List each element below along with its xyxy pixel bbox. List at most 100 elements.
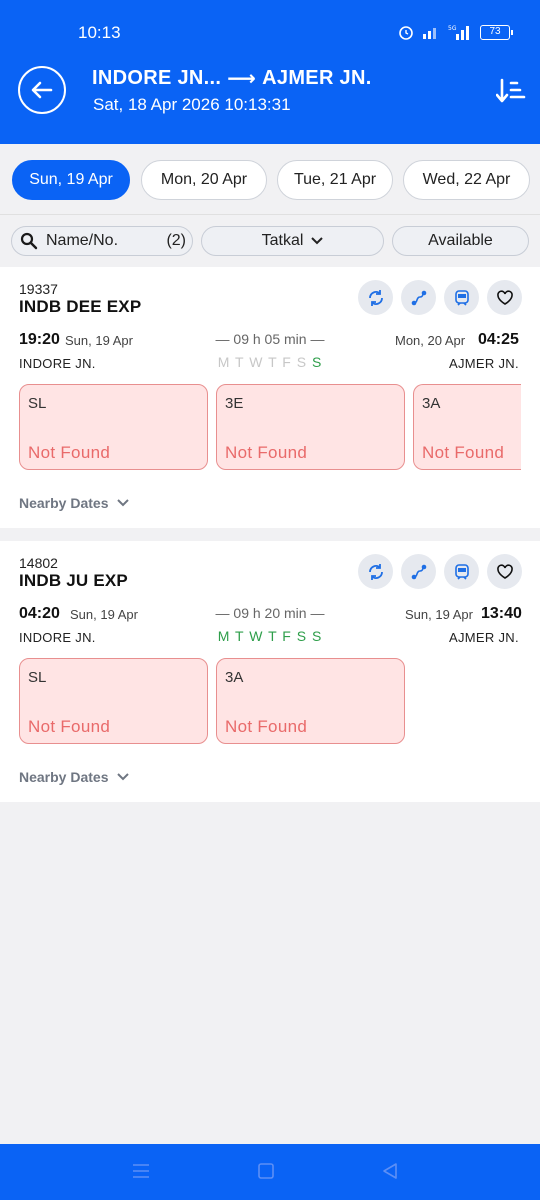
search-datetime: Sat, 18 Apr 2026 10:13:31 xyxy=(93,95,291,114)
day-sun: S xyxy=(311,628,323,644)
day-thu: T xyxy=(268,628,278,644)
favorite-button[interactable] xyxy=(487,280,522,315)
battery-icon: 73 xyxy=(480,24,513,40)
class-availability-card[interactable]: SL Not Found xyxy=(19,658,208,744)
refresh-icon xyxy=(368,289,383,306)
class-availability-card[interactable]: SL Not Found xyxy=(19,384,208,470)
coach-layout-button[interactable] xyxy=(444,554,479,589)
route-arrow: ⟶ xyxy=(227,68,257,90)
refresh-button[interactable] xyxy=(358,554,393,589)
availability-status: Not Found xyxy=(225,717,308,736)
refresh-button[interactable] xyxy=(358,280,393,315)
train-icon xyxy=(454,289,469,306)
day-fri: F xyxy=(282,628,292,644)
route-button[interactable] xyxy=(401,280,436,315)
day-mon: M xyxy=(217,628,231,644)
arrival-date: Sun, 19 Apr xyxy=(405,607,473,622)
day-sat: S xyxy=(296,628,308,644)
chevron-down-icon xyxy=(311,237,324,245)
date-chip[interactable]: Tue, 21 Apr xyxy=(277,160,393,200)
chevron-down-icon xyxy=(116,499,129,507)
origin-station: INDORE JN... xyxy=(92,67,222,89)
status-icons: 5G 73 xyxy=(398,24,513,40)
coach-layout-button[interactable] xyxy=(444,280,479,315)
nearby-dates-toggle[interactable]: Nearby Dates xyxy=(19,495,129,511)
app-header: 10:13 5G 73 INDORE JN... ⟶ AJMER JN. Sat… xyxy=(0,0,540,144)
day-sun: S xyxy=(311,354,323,370)
heart-icon xyxy=(496,563,513,579)
status-time: 10:13 xyxy=(78,23,121,42)
route-icon xyxy=(411,564,426,579)
availability-status: Not Found xyxy=(28,443,111,462)
day-wed: W xyxy=(249,354,264,370)
train-card[interactable]: 14802 INDB JU EXP 04:20 Sun, 19 Apr — 09… xyxy=(0,541,540,802)
train-actions xyxy=(358,554,522,589)
date-chip[interactable]: Sun, 19 Apr xyxy=(12,160,130,200)
day-wed: W xyxy=(249,628,264,644)
favorite-button[interactable] xyxy=(487,554,522,589)
class-availability-card[interactable]: 3A Not Found xyxy=(216,658,405,744)
alarm-icon xyxy=(399,26,413,40)
train-actions xyxy=(358,280,522,315)
chevron-down-icon xyxy=(116,773,129,781)
refresh-icon xyxy=(368,563,383,580)
sort-button[interactable] xyxy=(495,76,526,106)
date-chip[interactable]: Wed, 22 Apr xyxy=(403,160,530,200)
destination-station-name: AJMER JN. xyxy=(449,630,519,645)
heart-icon xyxy=(496,289,513,305)
menu-icon[interactable] xyxy=(131,1162,151,1180)
availability-filter[interactable]: Available xyxy=(392,226,529,256)
arrival-time: 04:25 xyxy=(478,331,519,348)
availability-status: Not Found xyxy=(225,443,308,462)
back-triangle-icon[interactable] xyxy=(381,1162,399,1180)
class-availability-card[interactable]: 3E Not Found xyxy=(216,384,405,470)
nearby-dates-label: Nearby Dates xyxy=(19,769,109,785)
status-bar: 10:13 5G 73 xyxy=(0,0,540,60)
train-icon xyxy=(454,563,469,580)
train-card[interactable]: 19337 INDB DEE EXP 19:20 Sun, 19 Apr — 0… xyxy=(0,267,540,528)
class-code: SL xyxy=(28,669,47,686)
class-code: 3E xyxy=(225,395,244,412)
day-tue: T xyxy=(235,354,245,370)
quota-label: Tatkal xyxy=(261,232,304,249)
day-mon: M xyxy=(217,354,231,370)
class-code: 3A xyxy=(422,395,441,412)
route-title: INDORE JN... ⟶ AJMER JN. xyxy=(92,66,372,91)
quota-dropdown[interactable]: Tatkal xyxy=(201,226,384,256)
route-icon xyxy=(411,290,426,305)
name-number-filter[interactable]: Name/No. (2) xyxy=(11,226,193,256)
arrival-time: 13:40 xyxy=(481,605,522,622)
sort-icon xyxy=(495,78,526,103)
route-button[interactable] xyxy=(401,554,436,589)
day-thu: T xyxy=(268,354,278,370)
destination-station-name: AJMER JN. xyxy=(449,356,519,371)
day-fri: F xyxy=(282,354,292,370)
filter-count: (2) xyxy=(166,232,186,249)
nearby-dates-toggle[interactable]: Nearby Dates xyxy=(19,769,129,785)
train-number: 14802 xyxy=(19,555,58,571)
nearby-dates-label: Nearby Dates xyxy=(19,495,109,511)
divider xyxy=(0,214,540,215)
destination-station: AJMER JN. xyxy=(262,67,372,89)
class-availability-card[interactable]: 3A Not Found xyxy=(413,384,521,470)
search-filter-label: Name/No. xyxy=(46,232,119,249)
availability-label: Available xyxy=(428,232,493,249)
system-nav-bar xyxy=(0,1144,540,1200)
day-sat: S xyxy=(296,354,308,370)
arrow-left-icon xyxy=(31,81,53,99)
class-code: SL xyxy=(28,395,47,412)
signal-icon xyxy=(423,28,436,39)
day-tue: T xyxy=(235,628,245,644)
availability-status: Not Found xyxy=(422,443,505,462)
date-selector: Sun, 19 Apr Mon, 20 Apr Tue, 21 Apr Wed,… xyxy=(0,160,540,200)
home-icon[interactable] xyxy=(257,1162,275,1180)
class-code: 3A xyxy=(225,669,244,686)
train-number: 19337 xyxy=(19,281,58,297)
back-button[interactable] xyxy=(18,66,66,114)
arrival-date: Mon, 20 Apr xyxy=(395,333,466,348)
search-icon xyxy=(20,232,38,250)
train-name: INDB DEE EXP xyxy=(19,297,142,316)
date-chip[interactable]: Mon, 20 Apr xyxy=(141,160,267,200)
availability-status: Not Found xyxy=(28,717,111,736)
train-name: INDB JU EXP xyxy=(19,571,128,590)
